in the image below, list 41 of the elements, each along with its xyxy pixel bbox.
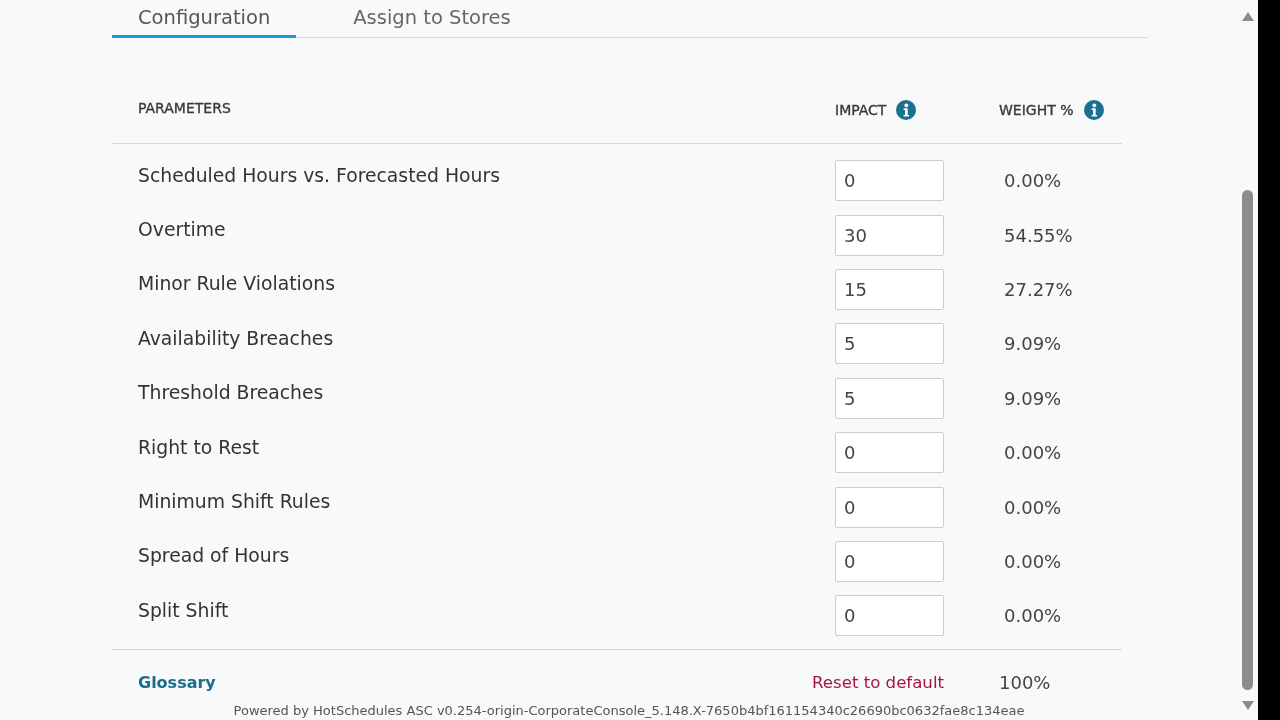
- parameter-label: Scheduled Hours vs. Forecasted Hours: [138, 164, 500, 186]
- weight-value: 0.00%: [1003, 550, 1062, 572]
- scrollbar-thumb[interactable]: [1242, 190, 1253, 690]
- impact-input[interactable]: 0: [835, 486, 944, 528]
- parameter-label: Availability Breaches: [138, 327, 334, 349]
- parameter-label: Overtime: [138, 219, 226, 241]
- weight-value: 0.00%: [1003, 170, 1062, 192]
- weight-value: 54.55%: [1003, 224, 1073, 246]
- glossary-link[interactable]: Glossary: [138, 672, 216, 692]
- impact-input[interactable]: 0: [835, 160, 944, 202]
- parameter-label: Minor Rule Violations: [138, 273, 335, 295]
- info-icon[interactable]: [896, 100, 917, 120]
- weight-value: 0.00%: [1003, 496, 1062, 518]
- scroll-down-arrow-icon[interactable]: [1242, 701, 1254, 710]
- parameter-label: Minimum Shift Rules: [138, 491, 331, 513]
- column-header: IMPACT: [835, 102, 887, 118]
- reset-to-default-link[interactable]: Reset to default: [812, 672, 944, 692]
- parameter-label: Spread of Hours: [138, 545, 290, 567]
- impact-input[interactable]: 0: [835, 432, 944, 474]
- weight-value: 9.09%: [1003, 387, 1062, 409]
- footer-text: Powered by HotSchedules ASC v0.254-origin-CorporateConsole_5.148.X-7650b4bf161154340c26690bc0632fae8c134eae: [233, 703, 1025, 718]
- tab[interactable]: Configuration: [112, 0, 297, 38]
- weight-value: 9.09%: [1003, 333, 1062, 355]
- impact-input[interactable]: 30: [835, 214, 944, 256]
- weight-value: 27.27%: [1003, 278, 1073, 300]
- scroll-up-arrow-icon[interactable]: [1242, 12, 1254, 21]
- impact-input[interactable]: 0: [835, 595, 944, 637]
- parameter-label: Split Shift: [138, 599, 229, 621]
- weight-value: 0.00%: [1003, 442, 1062, 464]
- tab[interactable]: Assign to Stores: [327, 0, 537, 38]
- parameter-label: Right to Rest: [138, 436, 260, 458]
- column-header: PARAMETERS: [138, 99, 231, 116]
- parameter-label: Threshold Breaches: [138, 382, 324, 404]
- impact-input[interactable]: 5: [835, 323, 944, 365]
- impact-input[interactable]: 15: [835, 268, 944, 310]
- impact-input[interactable]: 5: [835, 377, 944, 419]
- weight-value: 0.00%: [1003, 605, 1062, 627]
- info-icon[interactable]: [1083, 100, 1104, 120]
- column-header: WEIGHT %: [999, 102, 1074, 118]
- total-weight: 100%: [999, 671, 1051, 693]
- impact-input[interactable]: 0: [835, 540, 944, 582]
